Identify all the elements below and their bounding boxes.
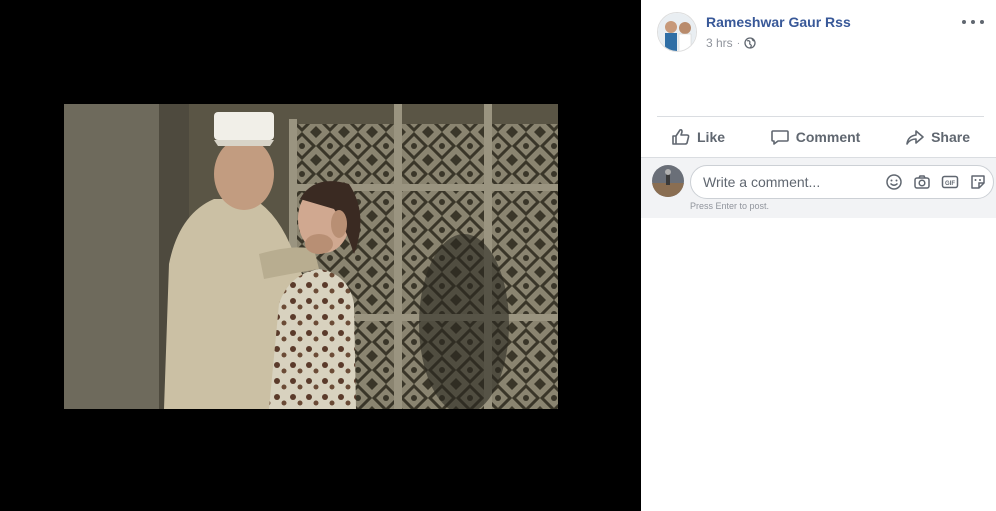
comment-input-wrapper: GIF bbox=[690, 165, 994, 199]
post-panel: Rameshwar Gaur Rss 3 hrs · Like Comment … bbox=[641, 0, 996, 511]
viewer-avatar-image bbox=[652, 165, 684, 197]
emoji-icon[interactable] bbox=[885, 173, 903, 191]
more-dot bbox=[962, 20, 966, 24]
comment-composer: GIF Press Enter to post. bbox=[641, 158, 996, 218]
more-dot bbox=[980, 20, 984, 24]
comment-tools: GIF bbox=[885, 173, 987, 191]
viewer-avatar bbox=[652, 165, 684, 197]
gif-icon[interactable]: GIF bbox=[941, 173, 959, 191]
sticker-icon[interactable] bbox=[969, 173, 987, 191]
like-button[interactable]: Like bbox=[657, 118, 739, 156]
more-options-icon[interactable] bbox=[962, 14, 984, 30]
author-name-link[interactable]: Rameshwar Gaur Rss bbox=[706, 14, 851, 30]
globe-icon[interactable] bbox=[744, 37, 756, 49]
photo-image bbox=[64, 104, 558, 409]
camera-icon[interactable] bbox=[913, 173, 931, 191]
post-actions: Like Comment Share bbox=[657, 117, 984, 157]
press-enter-hint: Press Enter to post. bbox=[690, 201, 770, 211]
author-avatar[interactable] bbox=[657, 12, 697, 52]
post-timestamp[interactable]: 3 hrs bbox=[706, 36, 733, 50]
more-dot bbox=[971, 20, 975, 24]
post-header: Rameshwar Gaur Rss 3 hrs · bbox=[641, 0, 996, 60]
thumbs-up-icon bbox=[672, 128, 690, 145]
comment-label: Comment bbox=[795, 129, 861, 145]
comment-input[interactable] bbox=[703, 166, 873, 198]
svg-text:GIF: GIF bbox=[945, 181, 955, 187]
photo-viewer bbox=[0, 0, 641, 511]
post-meta: 3 hrs · bbox=[706, 36, 756, 50]
meta-separator: · bbox=[736, 37, 741, 49]
share-button[interactable]: Share bbox=[891, 118, 984, 156]
speech-bubble-icon bbox=[770, 130, 789, 145]
share-arrow-icon bbox=[906, 130, 924, 145]
comment-button[interactable]: Comment bbox=[756, 118, 875, 156]
avatar-image bbox=[658, 13, 696, 51]
post-photo[interactable] bbox=[64, 104, 558, 409]
share-label: Share bbox=[931, 129, 970, 145]
like-label: Like bbox=[697, 129, 726, 145]
